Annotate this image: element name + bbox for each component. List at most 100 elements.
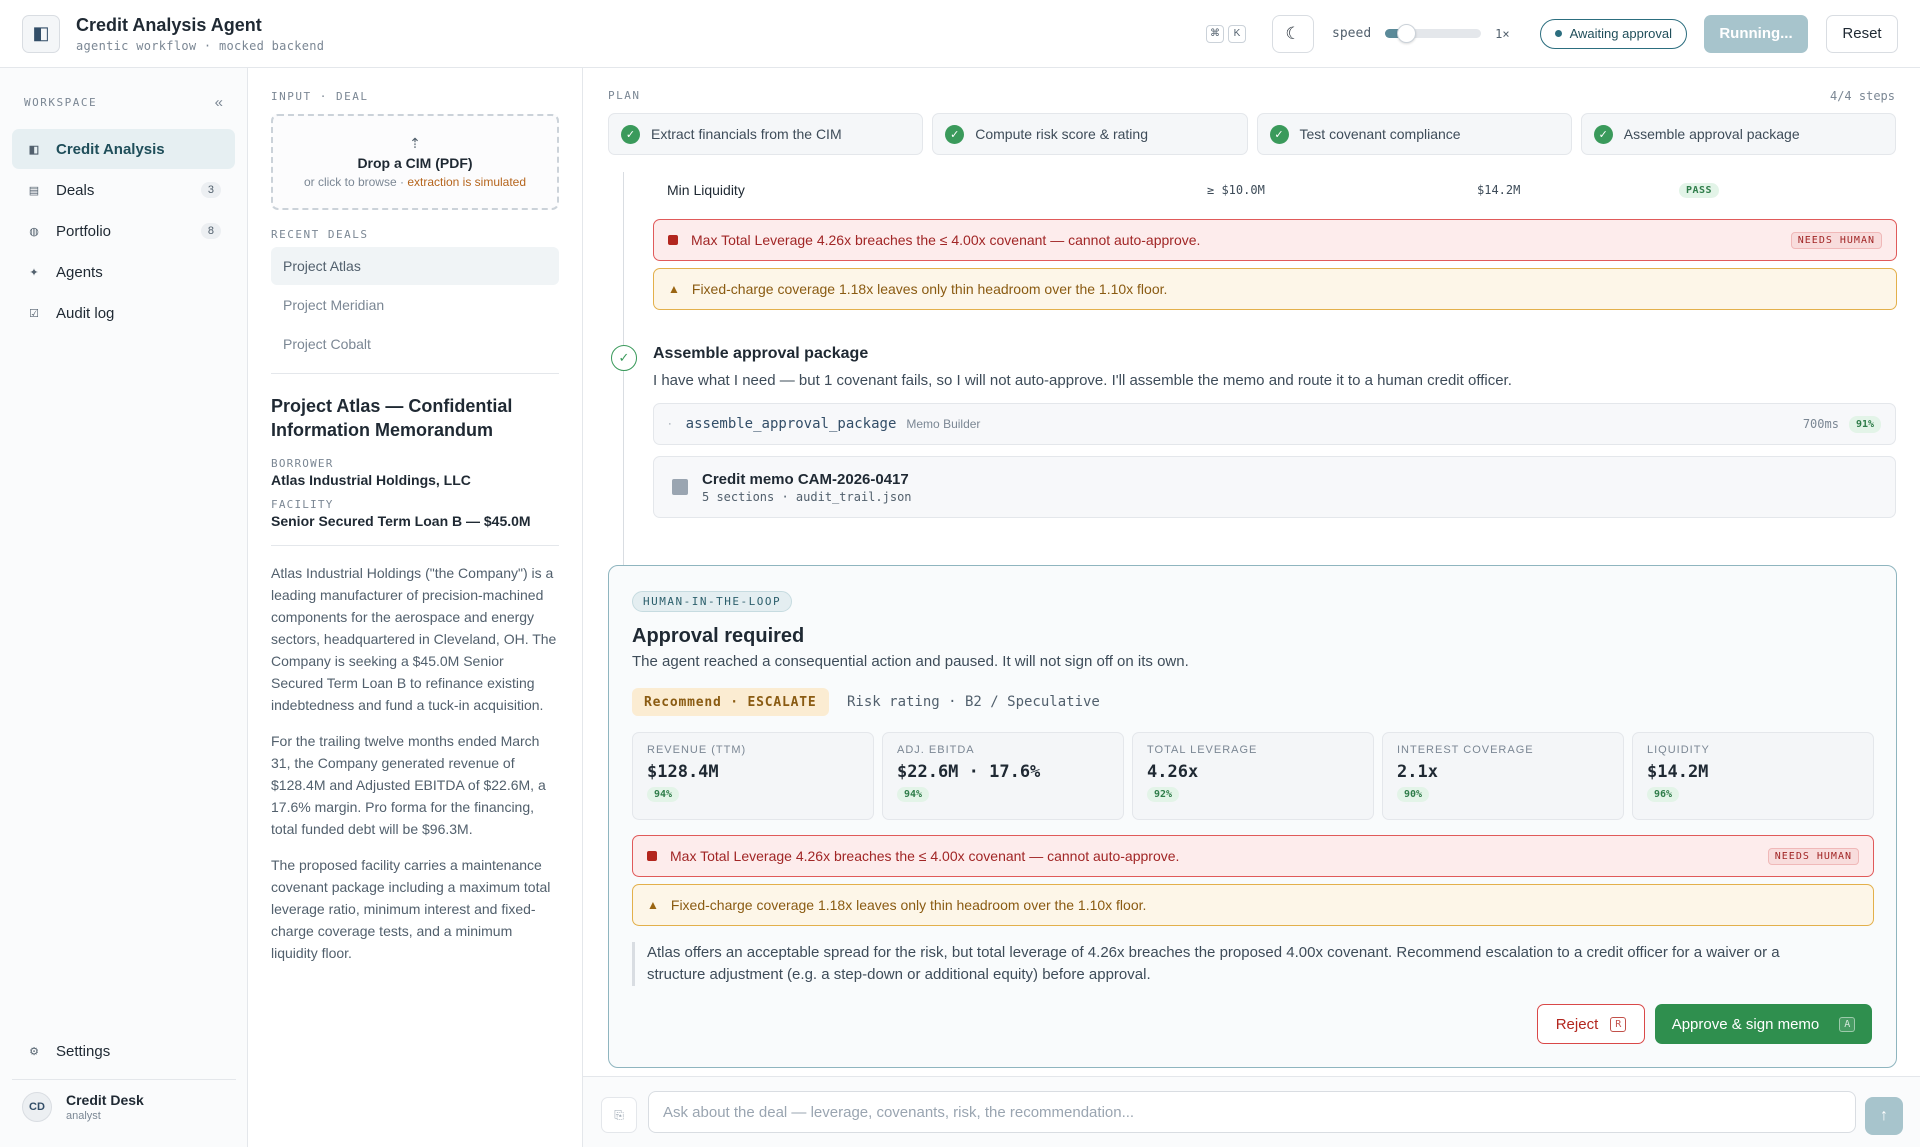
collapse-icon[interactable]: « [215,94,223,111]
document-title: Project Atlas — Confidential Information… [271,396,513,440]
recommendation-badge: Recommend · ESCALATE [632,688,829,716]
reset-button[interactable]: Reset [1826,14,1898,53]
covenant-name: Min Liquidity [667,182,745,198]
approve-shortcut: A [1839,1016,1856,1032]
warning-icon: ▲ [647,898,659,912]
sidebar-item-deals[interactable]: ▤ Deals 3 [12,170,235,210]
kbd-cmd: ⌘ [1206,24,1225,43]
facility-value: Senior Secured Term Loan B — $45.0M [271,513,531,529]
document-paragraph: The proposed facility carries a maintena… [271,857,551,961]
tool-call-row[interactable]: · assemble_approval_package Memo Builder… [653,403,1896,445]
speed-slider-handle[interactable] [1396,24,1416,43]
memo-info: Credit memo CAM-2026-0417 5 sections · a… [702,471,912,504]
step-complete-icon: ✓ [611,345,637,371]
user-role: analyst [66,1110,101,1122]
recent-deal-item[interactable]: Project Atlas [271,247,559,285]
reject-button[interactable]: Reject R [1537,1004,1645,1044]
user-profile[interactable]: CD Credit Desk analyst [12,1079,236,1134]
memo-subtitle: 5 sections · audit_trail.json [702,489,912,504]
alert-text: Fixed-charge coverage 1.18x leaves only … [670,897,1147,913]
covenant-actual: $14.2M [1477,183,1521,197]
sidebar-nav: ◧ Credit Analysis ▤ Deals 3 ◍ Portfolio … [0,129,247,333]
sidebar-header: WORKSPACE « [0,68,247,111]
alert-text: Max Total Leverage 4.26x breaches the ≤ … [691,232,1201,248]
needs-human-badge: NEEDS HUMAN [1767,847,1859,865]
attach-icon[interactable]: ⎘ [601,1097,637,1133]
deals-count-badge: 3 [200,182,221,198]
sidebar-toggle-icon[interactable]: ◧ [22,14,60,53]
pass-badge: PASS [1679,182,1720,198]
running-button[interactable]: Running... [1704,14,1808,53]
plan-label: PLAN [608,89,641,102]
metric-card-liquidity: LIQUIDITY $14.2M 96% [1632,732,1874,820]
chat-input[interactable] [648,1091,1856,1133]
sidebar-item-credit-analysis[interactable]: ◧ Credit Analysis [12,129,235,169]
recent-deal-item[interactable]: Project Cobalt [271,325,559,363]
metrics-row: REVENUE (TTM) $128.4M 94% ADJ. EBITDA $2… [632,732,1874,820]
cim-dropzone[interactable]: ⇡ Drop a CIM (PDF) or click to browse · … [271,114,559,210]
sidebar-item-label: Audit log [56,304,115,322]
tool-name: assemble_approval_package [685,416,897,432]
status-badge: Awaiting approval [1539,18,1687,49]
metric-label: INTEREST COVERAGE [1397,744,1534,756]
metric-value: 2.1x [1397,762,1438,782]
credit-analysis-icon: ◧ [28,143,40,156]
plan-step[interactable]: ✓ Compute risk score & rating [932,113,1248,155]
theme-toggle-button[interactable]: ☾ [1272,14,1315,53]
sidebar-item-label: Credit Analysis [56,140,165,158]
risk-rating: Risk rating · B2 / Speculative [847,694,1100,710]
credit-memo-card[interactable]: Credit memo CAM-2026-0417 5 sections · a… [653,456,1896,518]
portfolio-icon: ◍ [29,225,39,238]
send-button[interactable]: ↑ [1865,1097,1903,1135]
warning-icon: ▲ [668,282,680,296]
top-controls: ⌘ K ☾ speed 1× Awaiting approval Running… [1202,14,1898,53]
plan-step-label: Extract financials from the CIM [651,126,842,142]
input-deal-label: INPUT · DEAL [271,90,369,103]
approval-subtitle: The agent reached a consequential action… [632,653,1189,670]
reject-shortcut: R [1610,1016,1627,1032]
speed-slider[interactable] [1385,24,1482,43]
tool-service: Memo Builder [906,417,981,431]
kbd-k: K [1228,24,1247,43]
step-description: I have what I need — but 1 covenant fail… [653,372,1512,389]
sidebar-item-portfolio[interactable]: ◍ Portfolio 8 [12,211,235,251]
sidebar-item-audit-log[interactable]: ☑ Audit log [12,293,235,333]
metric-confidence: 92% [1147,787,1180,802]
metric-label: LIQUIDITY [1647,744,1710,756]
plan-step[interactable]: ✓ Test covenant compliance [1256,113,1572,155]
stop-icon [647,851,657,861]
portfolio-count-badge: 8 [200,223,221,239]
sidebar-item-settings[interactable]: ⚙ Settings [12,1032,236,1070]
recent-deal-item[interactable]: Project Meridian [271,286,559,324]
plan-step-label: Test covenant compliance [1299,126,1461,142]
approve-sign-button[interactable]: Approve & sign memo A [1655,1004,1872,1044]
metric-confidence: 96% [1647,787,1680,802]
check-icon: ✓ [621,124,640,144]
metric-confidence: 94% [897,787,930,802]
metric-value: $14.2M [1647,762,1709,782]
plan-step[interactable]: ✓ Assemble approval package [1580,113,1896,155]
covenant-row: Min Liquidity ≥ $10.0M $14.2M PASS [667,175,1897,205]
upload-icon: ⇡ [409,135,421,151]
metric-confidence: 90% [1397,787,1430,802]
sidebar: WORKSPACE « ◧ Credit Analysis ▤ Deals 3 … [0,68,248,1147]
sidebar-item-agents[interactable]: ✦ Agents [12,252,235,292]
reject-label: Reject [1555,1015,1599,1033]
dropzone-browse-text: or click to browse · [303,175,408,189]
check-icon: ✓ [945,124,965,144]
tool-dot-icon: · [668,418,672,430]
app-title-block: Credit Analysis Agent agentic workflow ·… [76,15,324,53]
needs-human-badge: NEEDS HUMAN [1790,231,1882,249]
approve-label: Approve & sign memo [1671,1015,1820,1033]
metric-card-interest-coverage: INTEREST COVERAGE 2.1x 90% [1382,732,1624,820]
fcc-warning-alert: ▲ Fixed-charge coverage 1.18x leaves onl… [632,884,1874,926]
divider [271,545,559,546]
fcc-warning-alert: ▲ Fixed-charge coverage 1.18x leaves onl… [653,268,1897,310]
facility-label: FACILITY [271,498,334,511]
gear-icon: ⚙ [29,1045,39,1058]
status-dot-icon [1554,30,1562,37]
plan-step[interactable]: ✓ Extract financials from the CIM [608,113,924,155]
sidebar-item-label: Deals [56,181,95,199]
plan-steps: ✓ Extract financials from the CIM ✓ Comput… [608,113,1896,155]
metric-value: 4.26x [1147,762,1199,782]
